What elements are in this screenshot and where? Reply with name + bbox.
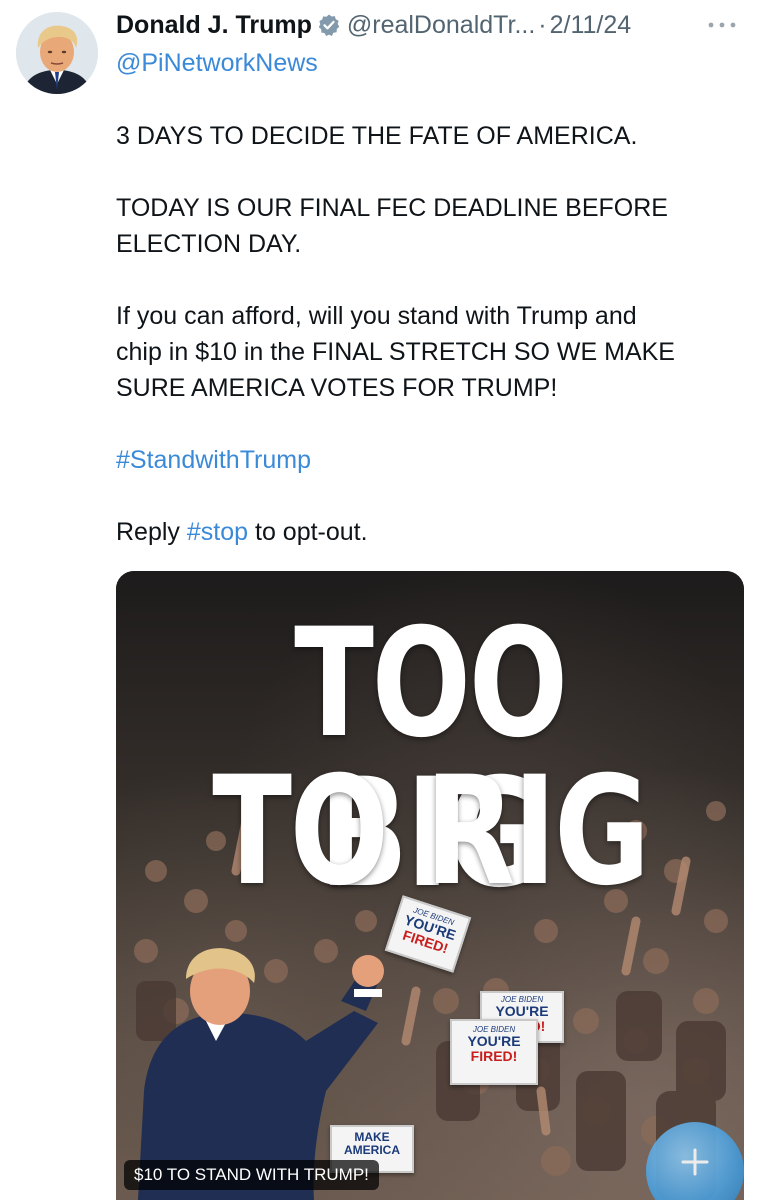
more-options-icon[interactable] <box>702 10 742 40</box>
tweet-paragraph: 3 DAYS TO DECIDE THE FATE OF AMERICA. <box>116 122 638 150</box>
reply-to-mention[interactable]: @PiNetworkNews <box>116 46 318 80</box>
author-name[interactable]: Donald J. Trump <box>116 8 312 42</box>
author-handle[interactable]: @realDonaldTr... <box>347 8 535 42</box>
sign-red-text: FIRED! <box>470 1048 518 1064</box>
avatar-image <box>16 12 98 94</box>
tweet-body: 3 DAYS TO DECIDE THE FATE OF AMERICA. TO… <box>116 118 736 586</box>
reply-prefix: Reply <box>116 518 187 546</box>
media-caption: $10 TO STAND WITH TRUMP! <box>124 1160 379 1190</box>
opt-out-paragraph: Reply #stop to opt-out. <box>116 514 736 550</box>
media-headline-line2: TO RIG <box>212 745 650 919</box>
sign-big-text: YOU'RE <box>495 1003 549 1019</box>
tweet-paragraph: If you can afford, will you stand with T… <box>116 302 675 402</box>
tweet-media-image[interactable]: TOO BIG TO RIG JOE BIDEN YOU'RE FIRED! J… <box>116 571 744 1200</box>
sign-big-text: YOU'RE <box>467 1033 521 1049</box>
hashtag-paragraph: #StandwithTrump <box>116 442 736 478</box>
header-separator: · <box>538 11 547 39</box>
tweet-header: Donald J. Trump @realDonaldTr... · 2/11/… <box>116 8 746 42</box>
tweet-date[interactable]: 2/11/24 <box>550 8 632 42</box>
author-avatar[interactable] <box>16 12 98 94</box>
tweet-page: Donald J. Trump @realDonaldTr... · 2/11/… <box>0 0 761 1200</box>
reply-suffix: to opt-out. <box>248 518 368 546</box>
hashtag-stop[interactable]: #stop <box>187 518 248 546</box>
verified-badge-icon[interactable] <box>317 13 341 37</box>
hashtag-standwithtrump[interactable]: #StandwithTrump <box>116 446 311 474</box>
rally-sign: JOE BIDEN YOU'RE FIRED! <box>450 1019 538 1085</box>
tweet-paragraph: TODAY IS OUR FINAL FEC DEADLINE BEFORE E… <box>116 194 668 258</box>
compose-plus-icon <box>681 1148 709 1176</box>
